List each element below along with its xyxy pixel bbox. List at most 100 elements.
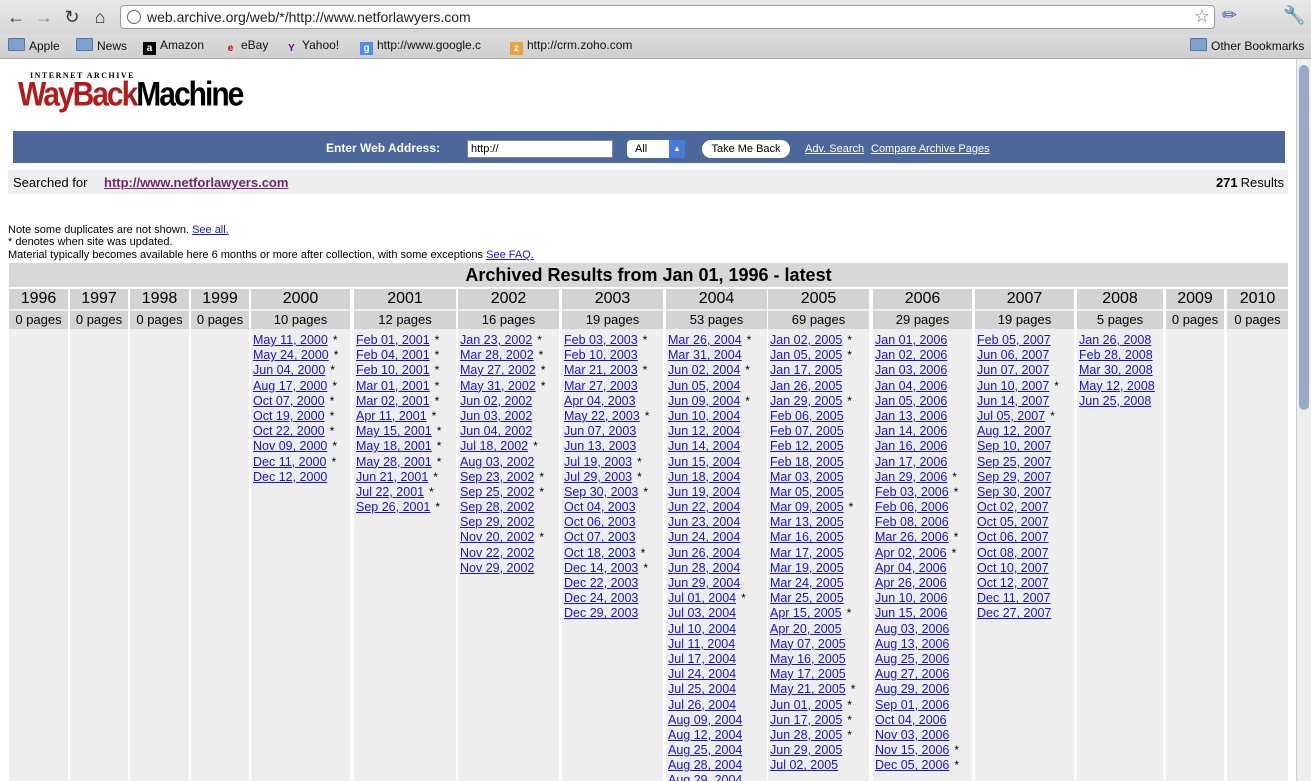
archive-date-link[interactable]: May 12, 2008 [1079, 379, 1155, 393]
archive-date-link[interactable]: Feb 04, 2001 [356, 348, 430, 362]
wayback-logo[interactable]: INTERNET ARCHIVE WayBackMachine [18, 71, 244, 113]
archive-date-link[interactable]: Oct 07, 2003 [564, 530, 636, 544]
archive-date-link[interactable]: Sep 25, 2007 [977, 455, 1051, 469]
archive-date-link[interactable]: Jun 13, 2003 [564, 439, 636, 453]
bookmark-amazon[interactable]: a Amazon [143, 38, 204, 55]
archive-date-link[interactable]: Oct 04, 2006 [875, 713, 947, 727]
archive-date-link[interactable]: Feb 03, 2006 [875, 485, 949, 499]
archive-date-link[interactable]: Oct 08, 2007 [977, 546, 1049, 560]
archive-date-link[interactable]: Jul 29, 2003 [564, 470, 632, 484]
adv-search-link[interactable]: Adv. Search [805, 143, 864, 155]
bookmark-zoho[interactable]: z http://crm.zoho.com [510, 38, 632, 55]
scrollbar[interactable] [1296, 59, 1311, 781]
archive-date-link[interactable]: Jun 03, 2002 [460, 409, 532, 423]
archive-date-link[interactable]: Nov 22, 2002 [460, 546, 534, 560]
archive-date-link[interactable]: Jul 24, 2004 [668, 667, 736, 681]
see-faq-link[interactable]: See FAQ. [486, 249, 534, 261]
archive-date-link[interactable]: Feb 28, 2008 [1079, 348, 1153, 362]
reload-icon[interactable]: ↻ [60, 6, 84, 28]
archive-date-link[interactable]: Mar 27, 2003 [564, 379, 638, 393]
archive-date-link[interactable]: Jun 01, 2005 [770, 698, 842, 712]
archive-date-link[interactable]: Mar 17, 2005 [770, 546, 844, 560]
archive-date-link[interactable]: May 21, 2005 [770, 682, 846, 696]
archive-date-link[interactable]: Jun 15, 2006 [875, 606, 947, 620]
archive-date-link[interactable]: Jun 14, 2004 [668, 439, 740, 453]
archive-date-link[interactable]: Dec 11, 2007 [977, 591, 1050, 605]
archive-date-link[interactable]: Aug 27, 2006 [875, 667, 949, 681]
archive-date-link[interactable]: Dec 14, 2003 [564, 561, 638, 575]
archive-date-link[interactable]: Jun 02, 2004 [668, 363, 740, 377]
archive-date-link[interactable]: Mar 16, 2005 [770, 530, 844, 544]
archive-date-link[interactable]: Mar 19, 2005 [770, 561, 844, 575]
archive-date-link[interactable]: Mar 25, 2005 [770, 591, 844, 605]
archive-date-link[interactable]: Mar 03, 2005 [770, 470, 844, 484]
archive-date-link[interactable]: Mar 26, 2004 [668, 333, 742, 347]
archive-date-link[interactable]: Jan 01, 2006 [875, 333, 947, 347]
archive-date-link[interactable]: May 28, 2001 [356, 455, 432, 469]
archive-date-link[interactable]: Mar 01, 2001 [356, 379, 430, 393]
archive-date-link[interactable]: Sep 29, 2002 [460, 515, 534, 529]
archive-date-link[interactable]: Nov 29, 2002 [460, 561, 534, 575]
archive-date-link[interactable]: Oct 19, 2000 [253, 409, 325, 423]
archive-date-link[interactable]: Mar 09, 2005 [770, 500, 844, 514]
archive-date-link[interactable]: Aug 09, 2004 [668, 713, 742, 727]
archive-date-link[interactable]: Jun 29, 2004 [668, 576, 740, 590]
bookmark-google[interactable]: g http://www.google.c [360, 38, 481, 55]
archive-date-link[interactable]: Aug 29, 2004 [668, 773, 742, 781]
archive-date-link[interactable]: Dec 12, 2000 [253, 470, 327, 484]
archive-date-link[interactable]: Dec 27, 2007 [977, 606, 1051, 620]
archive-date-link[interactable]: Jun 25, 2008 [1079, 394, 1151, 408]
archive-date-link[interactable]: Apr 02, 2006 [875, 546, 947, 560]
archive-date-link[interactable]: Jan 03, 2006 [875, 363, 947, 377]
archive-date-link[interactable]: Feb 01, 2001 [356, 333, 430, 347]
wrench-icon[interactable]: 🔧 [1283, 5, 1305, 26]
archive-date-link[interactable]: Jul 05, 2007 [977, 409, 1045, 423]
bookmark-ebay[interactable]: e eBay [224, 38, 269, 55]
archive-date-link[interactable]: Jun 26, 2004 [668, 546, 740, 560]
archive-date-link[interactable]: Jun 23, 2004 [668, 515, 740, 529]
see-all-link[interactable]: See all. [192, 224, 229, 236]
archive-date-link[interactable]: Jul 22, 2001 [356, 485, 424, 499]
archive-date-link[interactable]: Jul 25, 2004 [668, 682, 736, 696]
archive-date-link[interactable]: May 18, 2001 [356, 439, 432, 453]
archive-date-link[interactable]: Jun 07, 2007 [977, 363, 1049, 377]
archive-date-link[interactable]: Dec 11, 2000 [253, 455, 326, 469]
archive-date-link[interactable]: Jun 10, 2006 [875, 591, 947, 605]
archive-date-link[interactable]: Jul 10, 2004 [668, 622, 736, 636]
archive-date-link[interactable]: Jan 23, 2002 [460, 333, 532, 347]
back-arrow-icon[interactable]: ← [4, 6, 28, 28]
archive-date-link[interactable]: Nov 20, 2002 [460, 530, 534, 544]
archive-date-link[interactable]: Jan 26, 2005 [770, 379, 842, 393]
forward-arrow-icon[interactable]: → [32, 6, 56, 28]
archive-date-link[interactable]: May 15, 2001 [356, 424, 432, 438]
archive-date-link[interactable]: Feb 10, 2001 [356, 363, 430, 377]
bookmark-other[interactable]: Other Bookmarks [1190, 38, 1304, 53]
archive-date-link[interactable]: May 16, 2005 [770, 652, 846, 666]
archive-date-link[interactable]: Feb 05, 2007 [977, 333, 1051, 347]
archive-date-link[interactable]: May 31, 2002 [460, 379, 536, 393]
archive-date-link[interactable]: Jun 22, 2004 [668, 500, 740, 514]
archive-date-link[interactable]: Aug 12, 2007 [977, 424, 1051, 438]
archive-date-link[interactable]: Sep 25, 2002 [460, 485, 534, 499]
archive-date-link[interactable]: Oct 06, 2007 [977, 530, 1049, 544]
archive-date-link[interactable]: Nov 09, 2000 [253, 439, 327, 453]
archive-date-link[interactable]: Mar 21, 2003 [564, 363, 638, 377]
archive-date-link[interactable]: Apr 20, 2005 [770, 622, 842, 636]
filter-select[interactable]: All ▲ [627, 140, 685, 158]
archive-date-link[interactable]: Sep 29, 2007 [977, 470, 1051, 484]
archive-date-link[interactable]: Nov 03, 2006 [875, 728, 949, 742]
archive-date-link[interactable]: Aug 25, 2004 [668, 743, 742, 757]
archive-date-link[interactable]: Aug 25, 2006 [875, 652, 949, 666]
archive-date-link[interactable]: Feb 03, 2003 [564, 333, 638, 347]
archive-date-link[interactable]: Jan 04, 2006 [875, 379, 947, 393]
archive-date-link[interactable]: Jun 19, 2004 [668, 485, 740, 499]
archive-date-link[interactable]: Aug 13, 2006 [875, 637, 949, 651]
archive-date-link[interactable]: Dec 24, 2003 [564, 591, 638, 605]
archive-date-link[interactable]: Jun 15, 2004 [668, 455, 740, 469]
bookmark-apple[interactable]: Apple [8, 38, 60, 53]
archive-date-link[interactable]: Jan 29, 2006 [875, 470, 947, 484]
archive-date-link[interactable]: Dec 05, 2006 [875, 758, 949, 772]
archive-date-link[interactable]: Jul 19, 2003 [564, 455, 632, 469]
archive-date-link[interactable]: Jun 28, 2004 [668, 561, 740, 575]
archive-date-link[interactable]: Jun 28, 2005 [770, 728, 842, 742]
